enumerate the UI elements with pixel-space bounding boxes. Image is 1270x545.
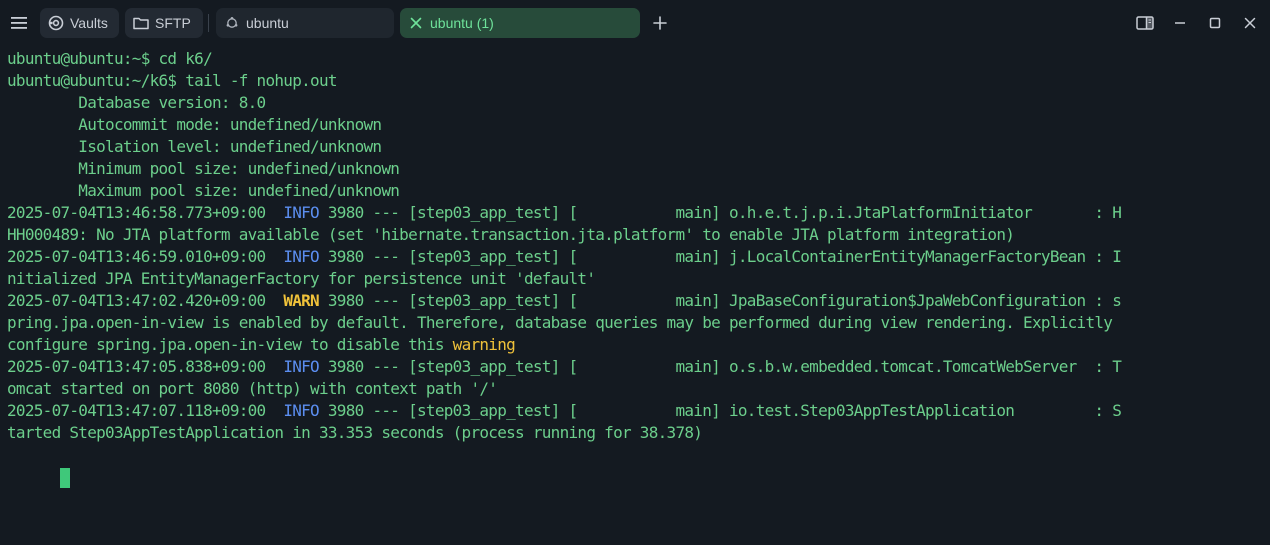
- terminal-line: omcat started on port 8080 (http) with c…: [7, 378, 1267, 400]
- terminal-text: Database version: 8.0: [7, 93, 266, 112]
- terminal-line: Minimum pool size: undefined/unknown: [7, 158, 1267, 180]
- minimize-button[interactable]: [1169, 12, 1191, 34]
- tab-divider: [208, 14, 209, 32]
- hamburger-icon: [10, 16, 28, 30]
- tab-vaults-label: Vaults: [70, 15, 108, 31]
- close-window-button[interactable]: [1239, 12, 1261, 34]
- terminal-line: Isolation level: undefined/unknown: [7, 136, 1267, 158]
- terminal-line: ubuntu@ubuntu:~$ cd k6/: [7, 48, 1267, 70]
- tab-sftp[interactable]: SFTP: [125, 8, 203, 38]
- terminal-line: Maximum pool size: undefined/unknown: [7, 180, 1267, 202]
- terminal-text: 3980 --- [step03_app_test] [ main] io.te…: [318, 401, 1122, 420]
- log-level-info: INFO: [283, 401, 319, 420]
- terminal-text: HH000489: No JTA platform available (set…: [7, 225, 1015, 244]
- terminal-text: 2025-07-04T13:47:02.420+09:00: [7, 291, 284, 310]
- terminal-text: 2025-07-04T13:46:59.010+09:00: [7, 247, 284, 266]
- terminal-text: Maximum pool size: undefined/unknown: [7, 181, 400, 200]
- terminal-line: 2025-07-04T13:47:07.118+09:00 INFO 3980 …: [7, 400, 1267, 422]
- terminal-text: 2025-07-04T13:47:07.118+09:00: [7, 401, 284, 420]
- terminal-app-window: Vaults SFTP ubuntu ubuntu (1) ubuntu@ubu…: [0, 0, 1270, 545]
- terminal-text: 3980 --- [step03_app_test] [ main] o.s.b…: [318, 357, 1122, 376]
- tab-vaults[interactable]: Vaults: [40, 8, 119, 38]
- tab-ubuntu-1[interactable]: ubuntu (1): [400, 8, 640, 38]
- minimize-icon: [1174, 17, 1186, 29]
- split-panel-icon: [1136, 16, 1154, 30]
- terminal-output[interactable]: ubuntu@ubuntu:~$ cd k6/ubuntu@ubuntu:~/k…: [7, 48, 1267, 538]
- toggle-side-panel-button[interactable]: [1134, 12, 1156, 34]
- new-tab-button[interactable]: [650, 13, 670, 33]
- terminal-cursor: [60, 467, 71, 488]
- tab-ubuntu[interactable]: ubuntu: [216, 8, 394, 38]
- terminal-text: pring.jpa.open-in-view is enabled by def…: [7, 313, 1113, 332]
- terminal-text: configure spring.jpa.open-in-view to dis…: [7, 335, 453, 354]
- plus-icon: [653, 16, 667, 30]
- terminal-text: Isolation level: undefined/unknown: [7, 137, 382, 156]
- terminal-line: configure spring.jpa.open-in-view to dis…: [7, 334, 1267, 356]
- terminal-line: 2025-07-04T13:47:05.838+09:00 INFO 3980 …: [7, 356, 1267, 378]
- terminal-line: 2025-07-04T13:46:58.773+09:00 INFO 3980 …: [7, 202, 1267, 224]
- close-window-icon: [1244, 17, 1256, 29]
- terminal-line: 2025-07-04T13:46:59.010+09:00 INFO 3980 …: [7, 246, 1267, 268]
- terminal-text: 2025-07-04T13:47:05.838+09:00: [7, 357, 284, 376]
- terminal-line: tarted Step03AppTestApplication in 33.35…: [7, 422, 1267, 444]
- maximize-icon: [1209, 17, 1221, 29]
- terminal-text: omcat started on port 8080 (http) with c…: [7, 379, 498, 398]
- terminal-text: ubuntu@ubuntu:~/k6$ tail -f nohup.out: [7, 71, 338, 90]
- log-level-info: INFO: [283, 203, 319, 222]
- folder-icon: [133, 15, 149, 31]
- log-level-warn: WARN: [283, 291, 319, 310]
- terminal-text: ubuntu@ubuntu:~$ cd k6/: [7, 49, 213, 68]
- terminal-text: tarted Step03AppTestApplication in 33.35…: [7, 423, 703, 442]
- log-level-info: INFO: [283, 357, 319, 376]
- terminal-text: 2025-07-04T13:46:58.773+09:00: [7, 203, 284, 222]
- terminal-text: Minimum pool size: undefined/unknown: [7, 159, 400, 178]
- maximize-button[interactable]: [1204, 12, 1226, 34]
- tab-sftp-label: SFTP: [155, 15, 191, 31]
- warning-highlight: warning: [452, 335, 516, 354]
- hamburger-menu-button[interactable]: [8, 12, 30, 34]
- tab-bar: Vaults SFTP ubuntu ubuntu (1): [0, 0, 1270, 46]
- log-level-info: INFO: [283, 247, 319, 266]
- terminal-text: Autocommit mode: undefined/unknown: [7, 115, 382, 134]
- terminal-line: Database version: 8.0: [7, 92, 1267, 114]
- terminal-text: 3980 --- [step03_app_test] [ main] o.h.e…: [318, 203, 1122, 222]
- terminal-line: pring.jpa.open-in-view is enabled by def…: [7, 312, 1267, 334]
- close-icon[interactable]: [408, 15, 424, 31]
- terminal-line: HH000489: No JTA platform available (set…: [7, 224, 1267, 246]
- terminal-text: 3980 --- [step03_app_test] [ main] j.Loc…: [318, 247, 1122, 266]
- terminal-line: ubuntu@ubuntu:~/k6$ tail -f nohup.out: [7, 70, 1267, 92]
- tab-ubuntu-label: ubuntu: [246, 15, 289, 31]
- vault-icon: [48, 15, 64, 31]
- terminal-line: 2025-07-04T13:47:02.420+09:00 WARN 3980 …: [7, 290, 1267, 312]
- tab-ubuntu-1-label: ubuntu (1): [430, 15, 494, 31]
- terminal-line: [7, 444, 1267, 488]
- terminal-text: nitialized JPA EntityManagerFactory for …: [7, 269, 596, 288]
- terminal-text: 3980 --- [step03_app_test] [ main] JpaBa…: [318, 291, 1122, 310]
- terminal-line: nitialized JPA EntityManagerFactory for …: [7, 268, 1267, 290]
- terminal-line: Autocommit mode: undefined/unknown: [7, 114, 1267, 136]
- ubuntu-icon: [224, 15, 240, 31]
